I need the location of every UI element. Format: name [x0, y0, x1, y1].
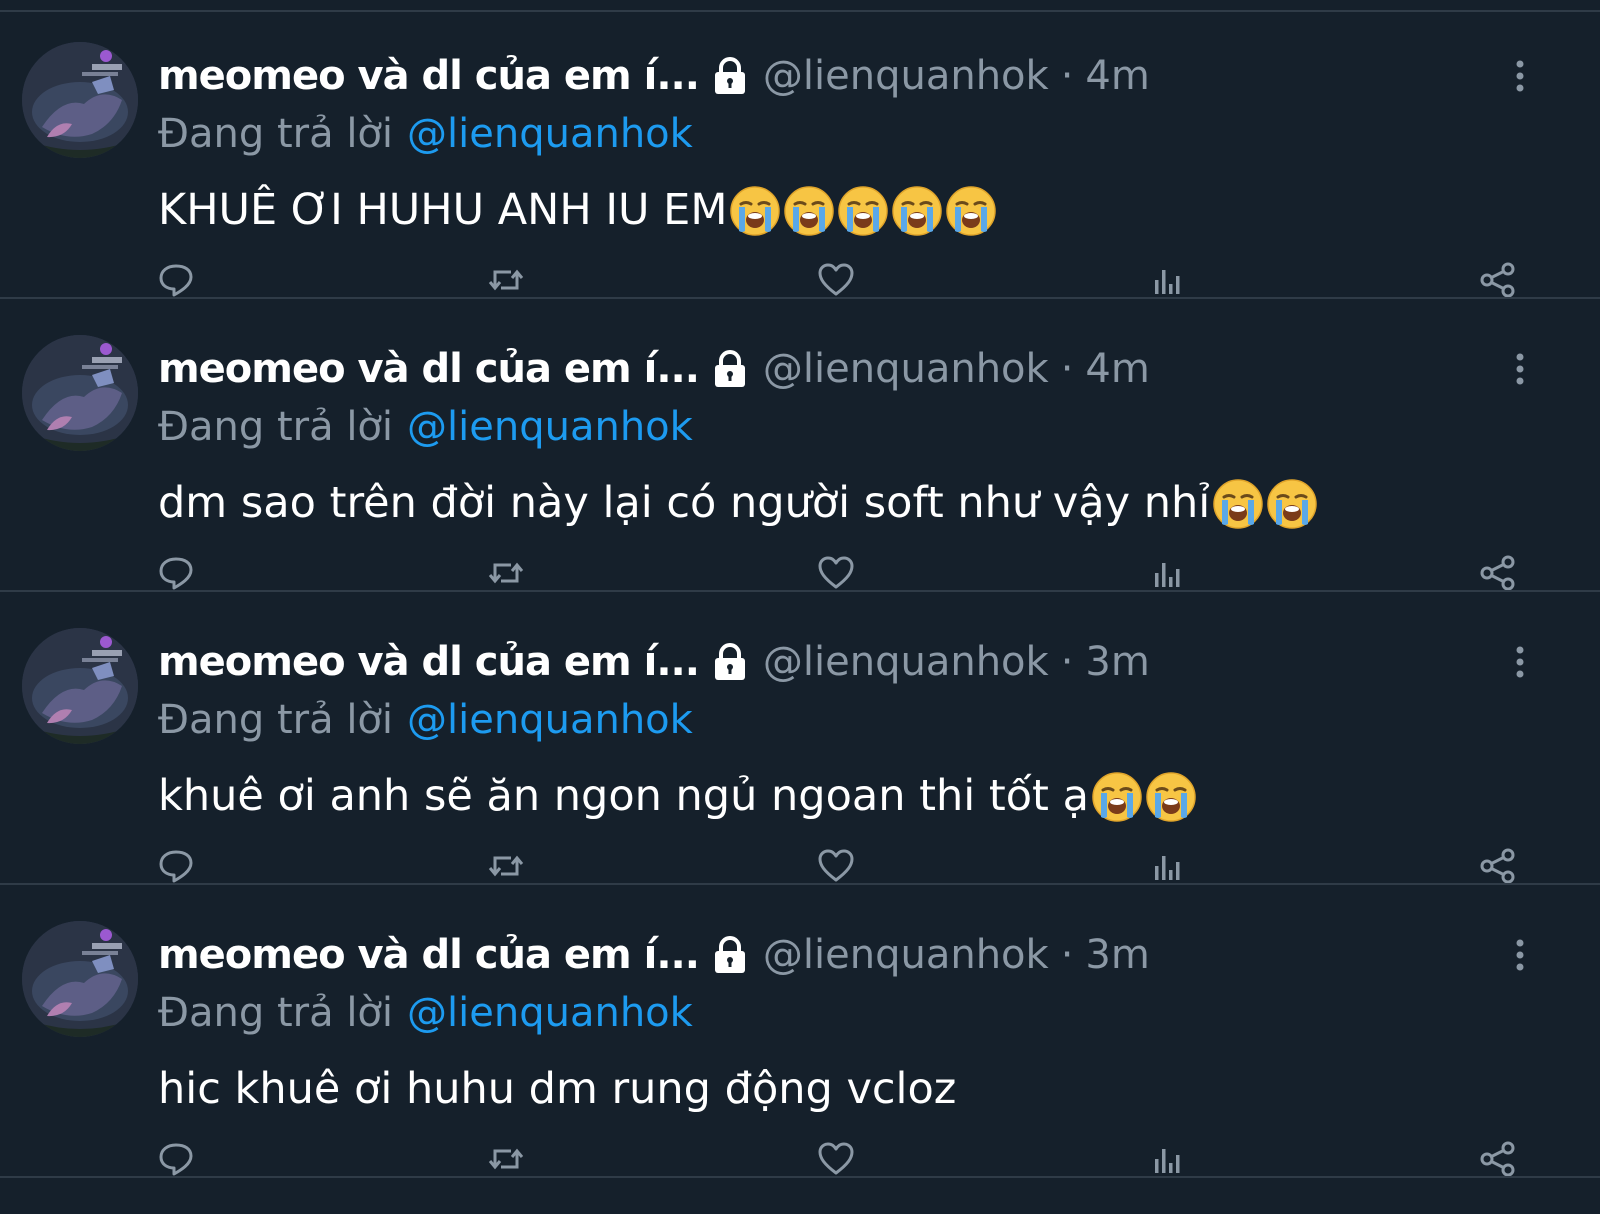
tweet[interactable]: meomeo và dl của em í... @lienquanhok · … — [0, 586, 1600, 885]
replying-to: Đang trả lời @lienquanhok — [158, 985, 1528, 1041]
avatar-image — [22, 335, 138, 451]
replying-to-label: Đang trả lời — [158, 990, 394, 1036]
emoji-group — [1210, 476, 1318, 530]
tweet-divider — [0, 1176, 1600, 1178]
tweet-text: KHUÊ ƠI HUHU ANH IU EM — [158, 180, 1528, 240]
replying-to: Đang trả lời @lienquanhok — [158, 399, 1528, 455]
avatar[interactable] — [22, 42, 138, 158]
avatar-image — [22, 628, 138, 744]
tweet[interactable]: meomeo và dl của em í... @lienquanhok · … — [0, 0, 1600, 299]
tweet-text-body: dm sao trên đời này lại có người soft nh… — [158, 478, 1211, 528]
loudly-crying-face-icon — [783, 185, 835, 237]
display-name[interactable]: meomeo và dl của em í... — [158, 932, 700, 978]
lock-icon — [711, 349, 749, 389]
avatar-image — [22, 921, 138, 1037]
loudly-crying-face-icon — [1091, 771, 1143, 823]
lock-icon — [711, 935, 749, 975]
lock-icon — [711, 642, 749, 682]
reply-handle-link[interactable]: @lienquanhok — [407, 697, 693, 743]
loudly-crying-face-icon — [945, 185, 997, 237]
replying-to-label: Đang trả lời — [158, 697, 394, 743]
timestamp[interactable]: 3m — [1085, 639, 1149, 685]
timestamp[interactable]: 3m — [1085, 932, 1149, 978]
replying-to: Đang trả lời @lienquanhok — [158, 106, 1528, 162]
reply-handle-link[interactable]: @lienquanhok — [407, 404, 693, 450]
loudly-crying-face-icon — [729, 185, 781, 237]
tweet-text-body: KHUÊ ƠI HUHU ANH IU EM — [158, 185, 728, 235]
lock-icon — [711, 56, 749, 96]
reply-handle-link[interactable]: @lienquanhok — [407, 990, 693, 1036]
separator-dot: · — [1060, 639, 1074, 685]
tweet-text-body: khuê ơi anh sẽ ăn ngon ngủ ngoan thi tốt… — [158, 771, 1089, 821]
tweet-content: meomeo và dl của em í... @lienquanhok · … — [158, 925, 1528, 1119]
tweet-text: hic khuê ơi huhu dm rung động vcloz — [158, 1059, 1528, 1119]
tweet-content: meomeo và dl của em í... @lienquanhok · … — [158, 339, 1528, 533]
tweet-content: meomeo và dl của em í... @lienquanhok · … — [158, 46, 1528, 240]
separator-dot: · — [1060, 932, 1074, 978]
avatar[interactable] — [22, 921, 138, 1037]
loudly-crying-face-icon — [837, 185, 889, 237]
emoji-group — [1089, 769, 1197, 823]
tweet-header: meomeo và dl của em í... @lienquanhok · … — [158, 46, 1528, 106]
user-handle[interactable]: @lienquanhok — [763, 346, 1049, 392]
display-name[interactable]: meomeo và dl của em í... — [158, 53, 700, 99]
more-options-icon[interactable] — [1506, 935, 1534, 975]
replying-to-label: Đang trả lời — [158, 404, 394, 450]
display-name[interactable]: meomeo và dl của em í... — [158, 346, 700, 392]
more-options-icon[interactable] — [1506, 349, 1534, 389]
timeline-feed: meomeo và dl của em í... @lienquanhok · … — [0, 0, 1600, 1214]
tweet[interactable]: meomeo và dl của em í... @lienquanhok · … — [0, 879, 1600, 1178]
loudly-crying-face-icon — [1145, 771, 1197, 823]
separator-dot: · — [1060, 346, 1074, 392]
tweet-header: meomeo và dl của em í... @lienquanhok · … — [158, 339, 1528, 399]
tweet-header: meomeo và dl của em í... @lienquanhok · … — [158, 632, 1528, 692]
share-icon[interactable] — [1478, 1139, 1518, 1179]
tweet-content: meomeo và dl của em í... @lienquanhok · … — [158, 632, 1528, 826]
reply-handle-link[interactable]: @lienquanhok — [407, 111, 693, 157]
avatar[interactable] — [22, 628, 138, 744]
analytics-icon[interactable] — [1148, 1139, 1188, 1179]
user-handle[interactable]: @lienquanhok — [763, 53, 1049, 99]
retweet-icon[interactable] — [486, 1139, 526, 1179]
tweet[interactable]: meomeo và dl của em í... @lienquanhok · … — [0, 293, 1600, 592]
loudly-crying-face-icon — [1266, 478, 1318, 530]
timestamp[interactable]: 4m — [1085, 346, 1149, 392]
tweet-header: meomeo và dl của em í... @lienquanhok · … — [158, 925, 1528, 985]
loudly-crying-face-icon — [891, 185, 943, 237]
reply-icon[interactable] — [156, 1139, 196, 1179]
avatar[interactable] — [22, 335, 138, 451]
replying-to: Đang trả lời @lienquanhok — [158, 692, 1528, 748]
user-handle[interactable]: @lienquanhok — [763, 639, 1049, 685]
tweet-text: dm sao trên đời này lại có người soft nh… — [158, 473, 1528, 533]
replying-to-label: Đang trả lời — [158, 111, 394, 157]
tweet-text-body: hic khuê ơi huhu dm rung động vcloz — [158, 1064, 957, 1114]
more-options-icon[interactable] — [1506, 642, 1534, 682]
loudly-crying-face-icon — [1212, 478, 1264, 530]
tweet-text: khuê ơi anh sẽ ăn ngon ngủ ngoan thi tốt… — [158, 766, 1528, 826]
display-name[interactable]: meomeo và dl của em í... — [158, 639, 700, 685]
like-icon[interactable] — [816, 1139, 856, 1179]
avatar-image — [22, 42, 138, 158]
separator-dot: · — [1060, 53, 1074, 99]
emoji-group — [727, 183, 997, 237]
user-handle[interactable]: @lienquanhok — [763, 932, 1049, 978]
more-options-icon[interactable] — [1506, 56, 1534, 96]
timestamp[interactable]: 4m — [1085, 53, 1149, 99]
